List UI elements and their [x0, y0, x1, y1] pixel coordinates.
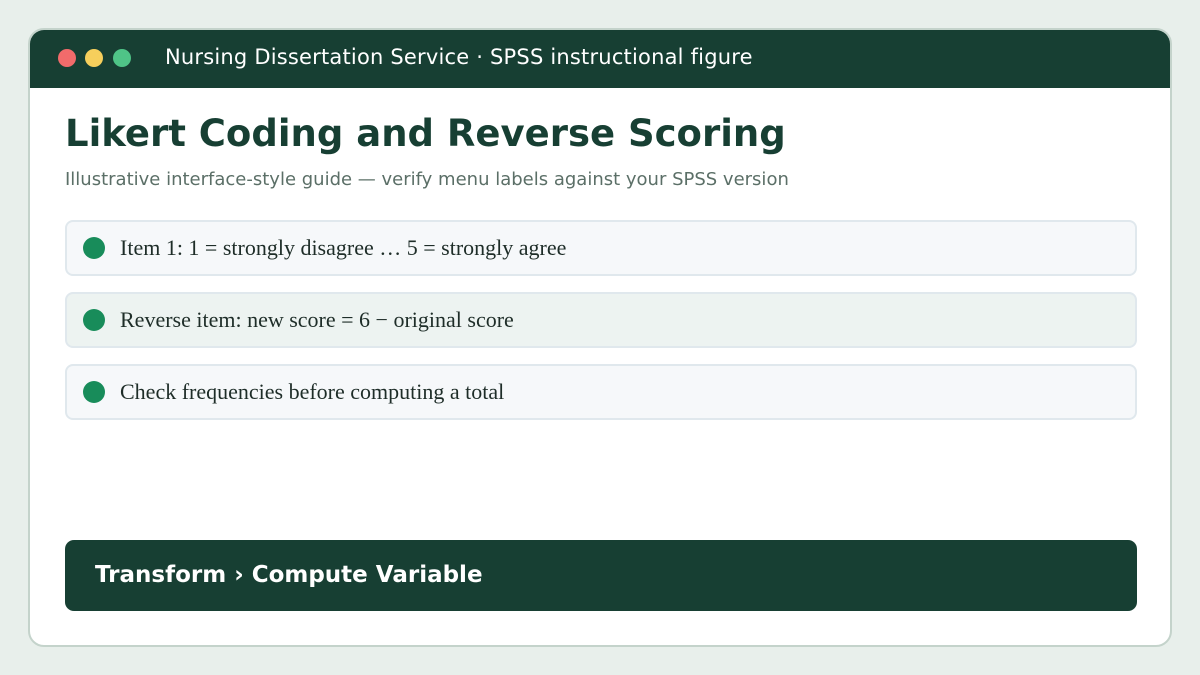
list-item-text: Check frequencies before computing a tot…: [120, 379, 505, 404]
instruction-list: Item 1: 1 = strongly disagree … 5 = stro…: [65, 220, 1137, 436]
menu-path-text: Transform › Compute Variable: [95, 562, 483, 588]
window-title: Nursing Dissertation Service · SPSS inst…: [165, 45, 753, 69]
menu-path-banner: Transform › Compute Variable: [65, 540, 1137, 611]
page-title: Likert Coding and Reverse Scoring: [65, 112, 786, 155]
close-window-button[interactable]: [58, 49, 76, 67]
minimize-window-button[interactable]: [85, 49, 103, 67]
bullet-dot-icon: [83, 309, 105, 331]
page-subtitle: Illustrative interface-style guide — ver…: [65, 169, 789, 190]
list-item: Reverse item: new score = 6 − original s…: [65, 292, 1137, 348]
app-window: Nursing Dissertation Service · SPSS inst…: [28, 28, 1172, 647]
bullet-dot-icon: [83, 381, 105, 403]
list-item: Item 1: 1 = strongly disagree … 5 = stro…: [65, 220, 1137, 276]
maximize-window-button[interactable]: [113, 49, 131, 67]
bullet-dot-icon: [83, 237, 105, 259]
list-item-text: Reverse item: new score = 6 − original s…: [120, 307, 514, 332]
list-item-text: Item 1: 1 = strongly disagree … 5 = stro…: [120, 235, 567, 260]
title-bar: Nursing Dissertation Service · SPSS inst…: [30, 30, 1170, 88]
list-item: Check frequencies before computing a tot…: [65, 364, 1137, 420]
